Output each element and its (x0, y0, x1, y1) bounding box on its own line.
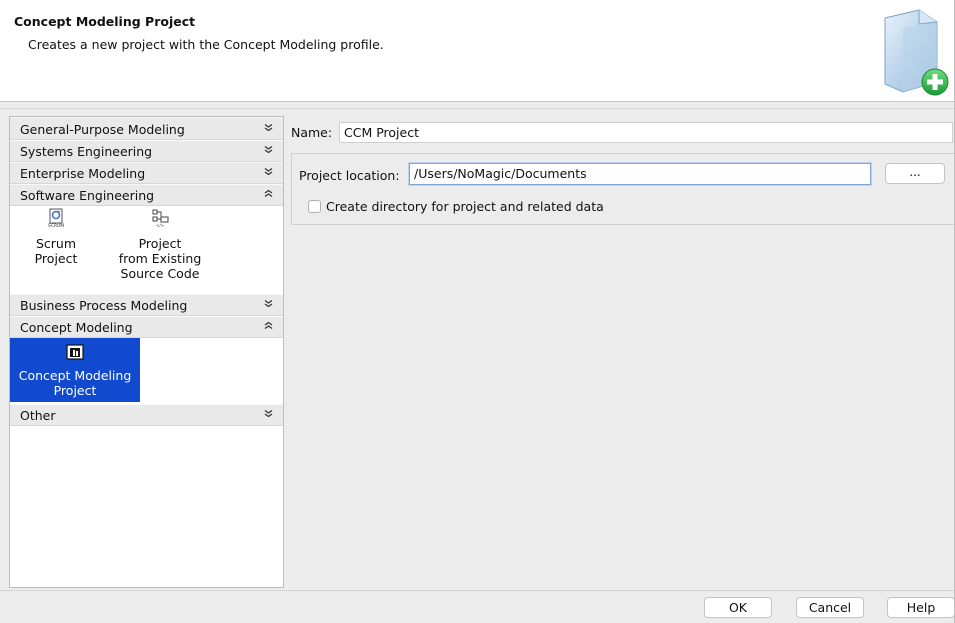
category-general-purpose-modeling[interactable]: General-Purpose Modeling (10, 117, 283, 140)
header-banner: Concept Modeling Project Creates a new p… (0, 0, 955, 102)
chevron-down-icon (264, 295, 273, 317)
category-label: Software Engineering (20, 188, 155, 203)
project-name-input[interactable]: CCM Project (339, 122, 953, 143)
software-engineering-items: SCRUM Scrum Project </> Project from Exi… (10, 206, 283, 294)
category-label: Other (20, 408, 56, 423)
category-label: Systems Engineering (20, 144, 153, 159)
help-button[interactable]: Help (887, 597, 955, 618)
project-settings-panel: Name: CCM Project Project location: /Use… (289, 116, 955, 588)
category-systems-engineering[interactable]: Systems Engineering (10, 140, 283, 162)
concept-modeling-icon (10, 343, 140, 364)
name-label: Name: (291, 125, 333, 140)
chevron-down-icon (264, 163, 273, 185)
category-label: General-Purpose Modeling (20, 122, 185, 137)
category-concept-modeling[interactable]: Concept Modeling (10, 316, 283, 338)
location-group: Project location: /Users/NoMagic/Documen… (291, 153, 955, 225)
category-label: Concept Modeling (20, 320, 133, 335)
source-code-project-tile[interactable]: </> Project from Existing Source Code (110, 208, 210, 288)
chevron-down-icon (264, 141, 273, 163)
ok-button[interactable]: OK (704, 597, 772, 618)
new-project-plus-icon (879, 8, 949, 96)
tile-label: Scrum Project (34, 236, 78, 266)
chevron-down-icon (264, 118, 273, 141)
header-description: Creates a new project with the Concept M… (28, 37, 384, 52)
create-directory-checkbox[interactable] (308, 200, 321, 213)
svg-text:SCRUM: SCRUM (48, 223, 64, 228)
browse-button[interactable]: ... (885, 163, 945, 184)
header-title: Concept Modeling Project (14, 14, 196, 29)
header-separator (0, 108, 955, 109)
tile-label: Concept Modeling Project (18, 368, 132, 398)
category-label: Enterprise Modeling (20, 166, 146, 181)
category-enterprise-modeling[interactable]: Enterprise Modeling (10, 162, 283, 184)
scrum-project-tile[interactable]: SCRUM Scrum Project (16, 208, 96, 270)
footer-separator (0, 590, 955, 591)
concept-modeling-project-tile[interactable]: Concept Modeling Project (10, 338, 140, 402)
concept-modeling-items: Concept Modeling Project (10, 338, 283, 404)
project-type-panel: General-Purpose Modeling Systems Enginee… (9, 116, 284, 588)
source-code-project-icon: </> (110, 208, 210, 231)
category-business-process-modeling[interactable]: Business Process Modeling (10, 294, 283, 316)
cancel-button[interactable]: Cancel (796, 597, 864, 618)
svg-text:</>: </> (156, 223, 164, 228)
category-software-engineering[interactable]: Software Engineering (10, 184, 283, 206)
chevron-down-icon (264, 405, 273, 427)
category-label: Business Process Modeling (20, 298, 188, 313)
create-directory-label: Create directory for project and related… (326, 199, 604, 214)
project-location-input[interactable]: /Users/NoMagic/Documents (409, 163, 871, 185)
chevron-up-icon (264, 317, 273, 339)
category-other[interactable]: Other (10, 404, 283, 426)
project-location-label: Project location: (299, 168, 400, 183)
scrum-icon: SCRUM (16, 208, 96, 231)
chevron-up-icon (264, 185, 273, 207)
tile-label: Project from Existing Source Code (118, 236, 202, 281)
